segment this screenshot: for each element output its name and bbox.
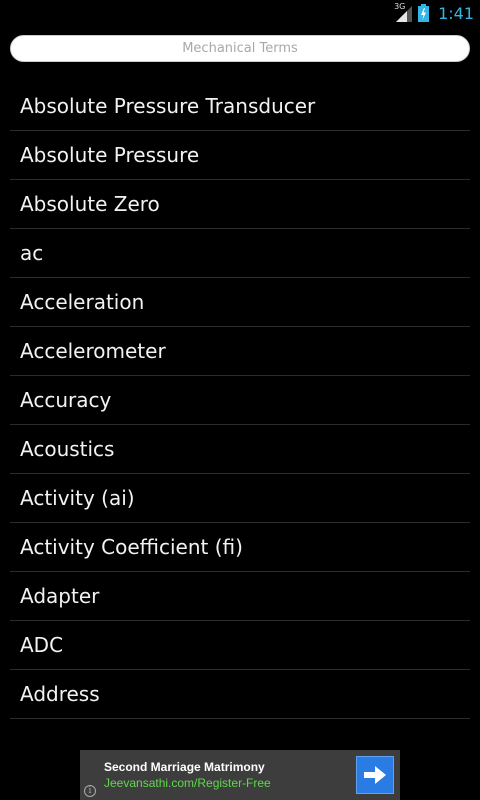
list-item[interactable]: Absolute Pressure xyxy=(10,131,470,180)
status-bar: 3G 1:41 xyxy=(0,0,480,25)
list-item[interactable]: ac xyxy=(10,229,470,278)
ad-info-icon[interactable]: i xyxy=(84,785,96,797)
ad-banner[interactable]: Second Marriage Matrimony Jeevansathi.co… xyxy=(80,750,400,800)
battery-icon xyxy=(417,4,429,22)
ad-arrow-button[interactable] xyxy=(356,756,394,794)
list-item[interactable]: Absolute Zero xyxy=(10,180,470,229)
list-item[interactable]: ADC xyxy=(10,621,470,670)
list-item[interactable]: Adapter xyxy=(10,572,470,621)
list-item[interactable]: Acceleration xyxy=(10,278,470,327)
status-icons: 3G 1:41 xyxy=(394,2,474,24)
list-item[interactable]: Activity (ai) xyxy=(10,474,470,523)
term-list: Absolute Pressure Transducer Absolute Pre… xyxy=(10,82,470,719)
clock: 1:41 xyxy=(438,3,474,23)
list-item[interactable]: Address xyxy=(10,670,470,719)
list-item[interactable]: Absolute Pressure Transducer xyxy=(10,82,470,131)
list-item[interactable]: Acoustics xyxy=(10,425,470,474)
list-item[interactable]: Activity Coefficient (fi) xyxy=(10,523,470,572)
list-item[interactable]: Accuracy xyxy=(10,376,470,425)
ad-url[interactable]: Jeevansathi.com/Register-Free xyxy=(104,776,271,790)
list-item[interactable]: Accelerometer xyxy=(10,327,470,376)
cell-signal-icon: 3G xyxy=(394,2,413,22)
ad-title[interactable]: Second Marriage Matrimony xyxy=(104,760,265,774)
search-label: Mechanical Terms xyxy=(182,41,298,56)
arrow-right-icon xyxy=(364,766,386,784)
search-input[interactable]: Mechanical Terms xyxy=(10,35,470,62)
list-fade xyxy=(10,720,470,750)
